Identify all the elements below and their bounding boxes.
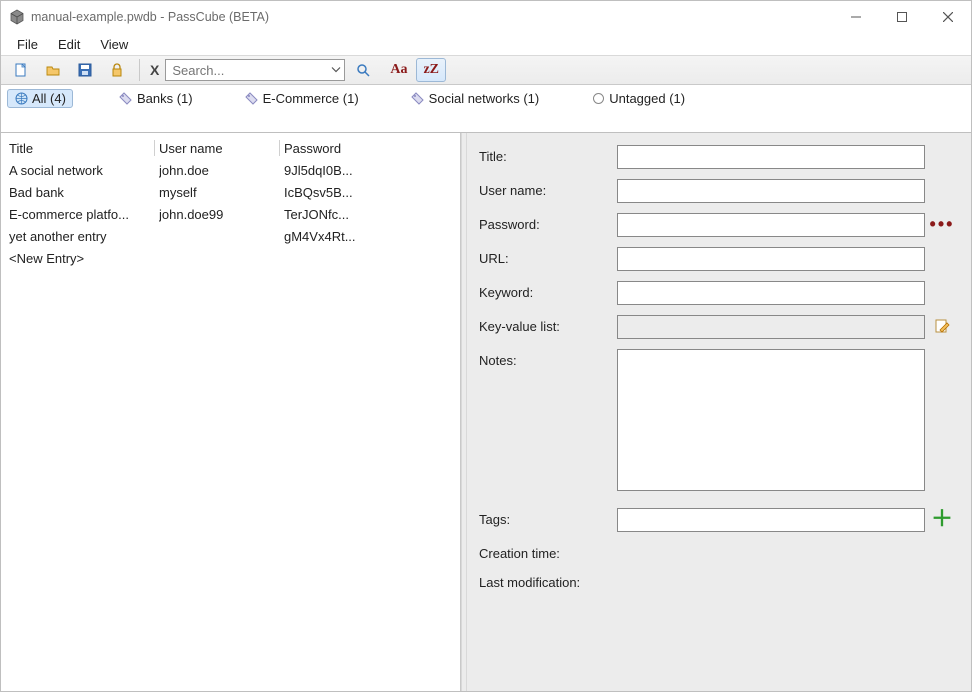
- edit-kvlist-button[interactable]: [931, 315, 953, 337]
- url-field[interactable]: [617, 247, 925, 271]
- password-label: Password:: [479, 213, 617, 232]
- tag-untagged[interactable]: Untagged (1): [585, 89, 691, 108]
- pencil-icon: [934, 318, 950, 334]
- table-header[interactable]: Title User name Password: [1, 137, 460, 159]
- tag-all[interactable]: All (4): [7, 89, 73, 108]
- title-label: Title:: [479, 145, 617, 164]
- toolbar: X Aa zZ: [1, 55, 971, 85]
- case-sensitive-toggle[interactable]: Aa: [383, 58, 414, 82]
- table-row[interactable]: Bad bank myself IcBQsv5B...: [1, 181, 460, 203]
- notes-field[interactable]: [617, 349, 925, 491]
- window-titlebar: manual-example.pwdb - PassCube (BETA): [1, 1, 971, 33]
- search-button[interactable]: [349, 58, 377, 82]
- username-label: User name:: [479, 179, 617, 198]
- add-tag-button[interactable]: ＋: [931, 508, 953, 530]
- ctime-label: Creation time:: [479, 542, 617, 561]
- menu-file[interactable]: File: [9, 35, 46, 54]
- dots-icon: •••: [930, 219, 955, 229]
- new-button[interactable]: [7, 58, 35, 82]
- menubar: File Edit View: [1, 33, 971, 55]
- url-label: URL:: [479, 247, 617, 266]
- search-input[interactable]: [165, 59, 345, 81]
- menu-view[interactable]: View: [92, 35, 136, 54]
- mtime-label: Last modification:: [479, 571, 617, 590]
- tag-banks[interactable]: Banks (1): [113, 89, 199, 108]
- tag-icon: [119, 92, 133, 106]
- table-row-new[interactable]: <New Entry>: [1, 247, 460, 269]
- username-field[interactable]: [617, 179, 925, 203]
- save-button[interactable]: [71, 58, 99, 82]
- plus-icon: ＋: [931, 512, 953, 526]
- menu-edit[interactable]: Edit: [50, 35, 88, 54]
- tag-label: E-Commerce (1): [263, 91, 359, 106]
- tag-social[interactable]: Social networks (1): [405, 89, 546, 108]
- app-icon: [9, 9, 25, 25]
- tag-label: Social networks (1): [429, 91, 540, 106]
- col-title[interactable]: Title: [9, 141, 154, 156]
- tagbar: All (4) Banks (1) E-Commerce (1) Social …: [1, 85, 971, 133]
- kvlist-field[interactable]: [617, 315, 925, 339]
- open-button[interactable]: [39, 58, 67, 82]
- notes-label: Notes:: [479, 349, 617, 368]
- table-row[interactable]: E-commerce platfo... john.doe99 TerJONfc…: [1, 203, 460, 225]
- keyword-field[interactable]: [617, 281, 925, 305]
- clear-search-button[interactable]: X: [144, 62, 165, 78]
- keyword-label: Keyword:: [479, 281, 617, 300]
- kvlist-label: Key-value list:: [479, 315, 617, 334]
- window-title: manual-example.pwdb - PassCube (BETA): [31, 10, 269, 24]
- password-field[interactable]: [617, 213, 925, 237]
- circle-icon: [591, 92, 605, 106]
- tag-label: Banks (1): [137, 91, 193, 106]
- col-user[interactable]: User name: [159, 141, 279, 156]
- window-maximize-button[interactable]: [879, 1, 925, 33]
- detail-pane: Title: User name: Password: ••• URL: Key…: [467, 133, 971, 691]
- col-pass[interactable]: Password: [284, 141, 452, 156]
- table-row[interactable]: A social network john.doe 9Jl5dqI0B...: [1, 159, 460, 181]
- globe-icon: [14, 92, 28, 106]
- reveal-password-button[interactable]: •••: [931, 213, 953, 235]
- tag-icon: [411, 92, 425, 106]
- tag-ecommerce[interactable]: E-Commerce (1): [239, 89, 365, 108]
- window-close-button[interactable]: [925, 1, 971, 33]
- sort-toggle[interactable]: zZ: [416, 58, 446, 82]
- tag-label: Untagged (1): [609, 91, 685, 106]
- tag-icon: [245, 92, 259, 106]
- title-field[interactable]: [617, 145, 925, 169]
- main-area: Title User name Password A social networ…: [1, 133, 971, 691]
- lock-button[interactable]: [103, 58, 131, 82]
- tags-field[interactable]: [617, 508, 925, 532]
- tags-label: Tags:: [479, 508, 617, 527]
- entry-list-pane: Title User name Password A social networ…: [1, 133, 461, 691]
- window-minimize-button[interactable]: [833, 1, 879, 33]
- table-row[interactable]: yet another entry gM4Vx4Rt...: [1, 225, 460, 247]
- tag-label: All (4): [32, 91, 66, 106]
